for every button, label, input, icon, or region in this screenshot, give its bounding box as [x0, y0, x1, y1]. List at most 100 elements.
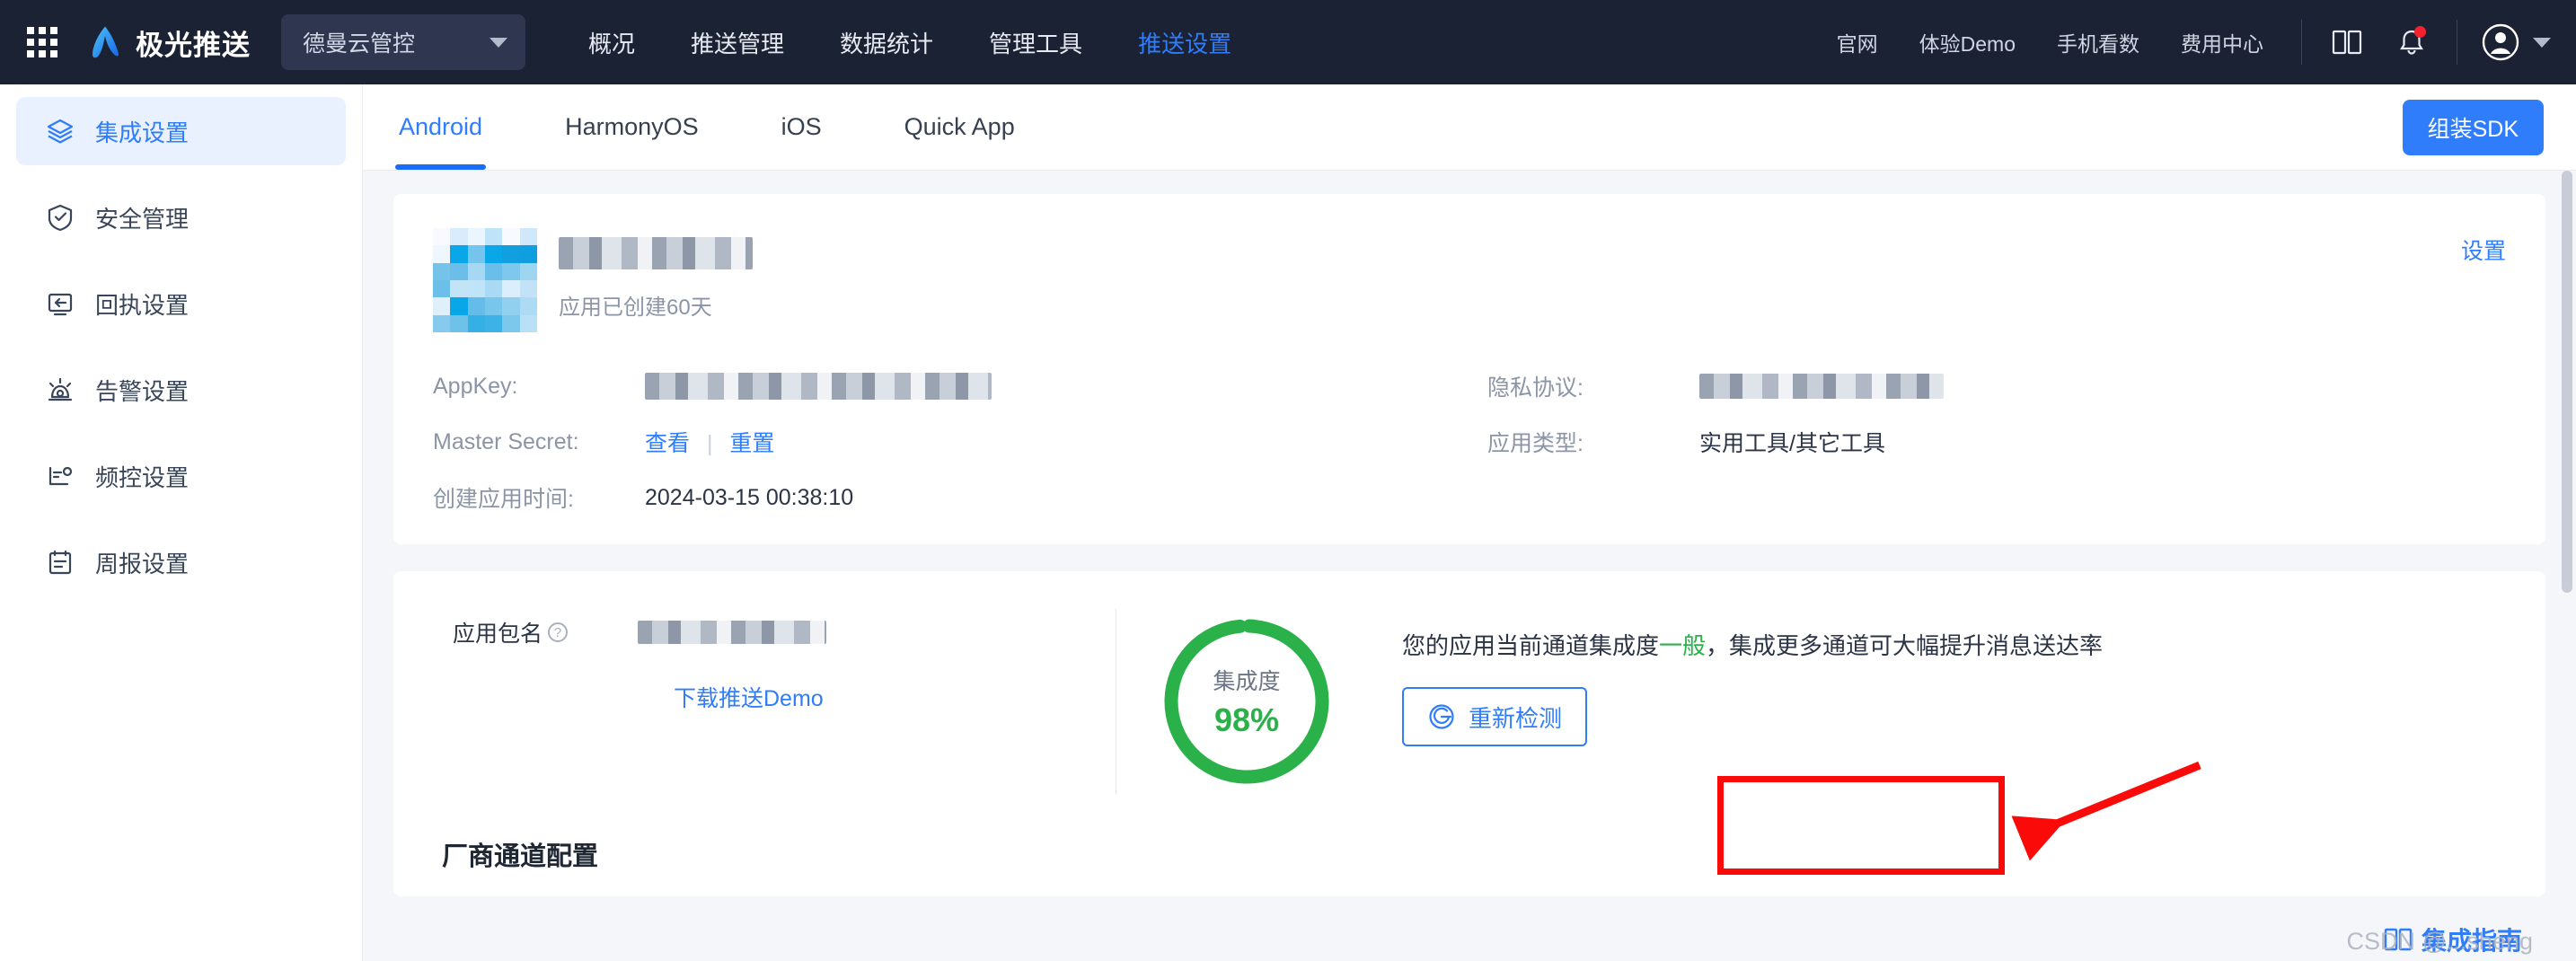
message-after: ，集成更多通道可大幅提升消息送达率 — [1706, 632, 2104, 659]
field-label: Master Secret: — [433, 428, 579, 454]
jiguang-logo-icon — [93, 26, 119, 58]
sidebar-item-integration-settings[interactable]: 集成设置 — [16, 97, 346, 165]
app-type-value: 实用工具/其它工具 — [1699, 431, 1885, 456]
ring-title: 集成度 — [1213, 669, 1281, 694]
platform-tabs: Android HarmonyOS iOS Quick App — [395, 84, 1094, 170]
app-summary-card: 设置 应用已创建60天 AppKey: 隐私协议: Master Secret:… — [393, 194, 2545, 544]
section-title-vendor-channel: 厂商通道配置 — [442, 842, 599, 871]
docs-book-icon[interactable] — [2322, 17, 2372, 67]
nav-item-push-settings[interactable]: 推送设置 — [1138, 26, 1231, 59]
field-app-type: 应用类型: 实用工具/其它工具 — [1487, 426, 2506, 458]
page-body: 集成设置 安全管理 回执设置 告警设置 频控设置 周报设置 Android Ha… — [0, 84, 2576, 961]
sidebar-item-alarm-settings[interactable]: 告警设置 — [16, 356, 346, 424]
brand-name: 极光推送 — [136, 29, 251, 61]
message-before: 您的应用当前通道集成度 — [1402, 632, 1660, 659]
download-demo-link[interactable]: 下载推送Demo — [674, 681, 824, 713]
app-meta: 应用已创建60天 — [559, 228, 753, 321]
field-created-time: 创建应用时间: 2024-03-15 00:38:10 — [433, 481, 1451, 514]
notification-badge — [2414, 26, 2426, 38]
sidebar-item-label: 频控设置 — [95, 463, 190, 491]
message-highlight: 一般 — [1659, 632, 1707, 659]
content-scrollbar[interactable] — [2562, 171, 2572, 593]
util-link-demo[interactable]: 体验Demo — [1919, 27, 2016, 57]
sidebar: 集成设置 安全管理 回执设置 告警设置 频控设置 周报设置 — [0, 84, 363, 961]
tab-ios[interactable]: iOS — [778, 84, 825, 170]
avatar[interactable] — [2481, 22, 2551, 62]
chevron-down-icon — [490, 37, 507, 48]
nav-item-statistics[interactable]: 数据统计 — [840, 26, 933, 59]
master-secret-reset-link[interactable]: 重置 — [729, 431, 774, 456]
main-content: Android HarmonyOS iOS Quick App 组装SDK 设置 — [363, 84, 2576, 961]
alarm-icon — [45, 375, 75, 405]
tab-harmonyos[interactable]: HarmonyOS — [561, 84, 702, 170]
frequency-icon — [45, 461, 75, 491]
app-name-masked — [559, 237, 753, 269]
field-appkey: AppKey: — [433, 370, 1451, 402]
app-settings-link[interactable]: 设置 — [2461, 234, 2506, 266]
integration-row: 应用包名 ? 下载推送Demo 集成度 98% 您的应用当前通道集成度一般，集成… — [433, 598, 2506, 805]
app-selector-value: 德曼云管控 — [303, 31, 416, 57]
report-icon — [45, 547, 75, 577]
integration-score-ring: 集成度 98% — [1116, 598, 1377, 805]
privacy-value-masked — [1699, 374, 1944, 399]
sidebar-item-label: 周报设置 — [95, 550, 190, 577]
integration-message-area: 您的应用当前通道集成度一般，集成更多通道可大幅提升消息送达率 重新检测 — [1377, 598, 2506, 805]
utility-navigation: 官网 体验Demo 手机看数 费用中心 — [1837, 27, 2263, 57]
nav-item-push-management[interactable]: 推送管理 — [691, 26, 784, 59]
assemble-sdk-button[interactable]: 组装SDK — [2402, 99, 2544, 155]
integration-message: 您的应用当前通道集成度一般，集成更多通道可大幅提升消息送达率 — [1402, 629, 2210, 664]
sidebar-item-security-management[interactable]: 安全管理 — [16, 183, 346, 251]
tab-android[interactable]: Android — [395, 84, 487, 170]
sidebar-item-weekly-report-settings[interactable]: 周报设置 — [16, 528, 346, 596]
app-header: 应用已创建60天 — [433, 228, 2506, 332]
link-separator: | — [706, 431, 713, 456]
created-time-value: 2024-03-15 00:38:10 — [645, 484, 854, 510]
appkey-value-masked — [645, 373, 992, 400]
field-label: 应用类型: — [1487, 431, 1584, 456]
recheck-button[interactable]: 重新检测 — [1402, 687, 1588, 746]
app-detail-fields: AppKey: 隐私协议: Master Secret: 查看 | 重置 应用类… — [433, 370, 2506, 514]
field-privacy-policy: 隐私协议: — [1487, 370, 2506, 402]
book-icon — [2384, 928, 2413, 951]
sidebar-item-label: 回执设置 — [95, 291, 190, 319]
integration-guide-label: 集成指南 — [2421, 927, 2522, 955]
app-selector[interactable]: 德曼云管控 — [281, 14, 525, 70]
field-label: AppKey: — [433, 373, 518, 399]
question-circle-icon[interactable]: ? — [548, 622, 569, 642]
nav-item-admin-tools[interactable]: 管理工具 — [989, 26, 1082, 59]
sidebar-item-label: 安全管理 — [95, 205, 190, 233]
field-master-secret: Master Secret: 查看 | 重置 — [433, 426, 1451, 458]
brand-logo-area[interactable]: 极光推送 — [86, 22, 251, 63]
chevron-down-icon — [2533, 37, 2551, 48]
package-section: 应用包名 ? 下载推送Demo — [433, 598, 1116, 805]
app-icon-masked — [433, 228, 537, 332]
util-link-mobile-stats[interactable]: 手机看数 — [2057, 27, 2139, 57]
header-divider-1 — [2301, 20, 2302, 65]
sidebar-item-label: 集成设置 — [95, 119, 190, 146]
sidebar-item-frequency-settings[interactable]: 频控设置 — [16, 442, 346, 510]
package-name-row: 应用包名 ? — [453, 616, 1116, 648]
content-scroll-area: 设置 应用已创建60天 AppKey: 隐私协议: Master Secret:… — [363, 171, 2576, 961]
progress-ring: 集成度 98% — [1159, 613, 1335, 789]
package-name-masked — [638, 621, 827, 644]
receipt-arrow-icon — [45, 288, 75, 319]
bell-icon[interactable] — [2386, 17, 2437, 67]
package-name-label: 应用包名 — [453, 622, 543, 647]
avatar-icon — [2482, 23, 2519, 61]
top-header: 极光推送 德曼云管控 概况 推送管理 数据统计 管理工具 推送设置 官网 体验D… — [0, 0, 2576, 84]
tab-quick-app[interactable]: Quick App — [901, 84, 1019, 170]
refresh-detect-icon — [1429, 704, 1454, 729]
master-secret-view-link[interactable]: 查看 — [645, 431, 690, 456]
app-age-text: 应用已创建60天 — [559, 295, 712, 320]
util-link-official-site[interactable]: 官网 — [1837, 27, 1878, 57]
platform-tabs-bar: Android HarmonyOS iOS Quick App 组装SDK — [363, 84, 2576, 171]
main-navigation: 概况 推送管理 数据统计 管理工具 推送设置 — [588, 26, 1231, 59]
field-label: 创建应用时间: — [433, 487, 574, 512]
sidebar-item-label: 告警设置 — [95, 377, 190, 405]
nav-item-overview[interactable]: 概况 — [588, 26, 635, 59]
sidebar-item-receipt-settings[interactable]: 回执设置 — [16, 269, 346, 338]
recheck-button-label: 重新检测 — [1469, 704, 1563, 732]
integration-guide-link[interactable]: 集成指南 — [2384, 921, 2522, 957]
apps-grid-icon[interactable] — [27, 27, 57, 57]
util-link-billing[interactable]: 费用中心 — [2181, 27, 2263, 57]
